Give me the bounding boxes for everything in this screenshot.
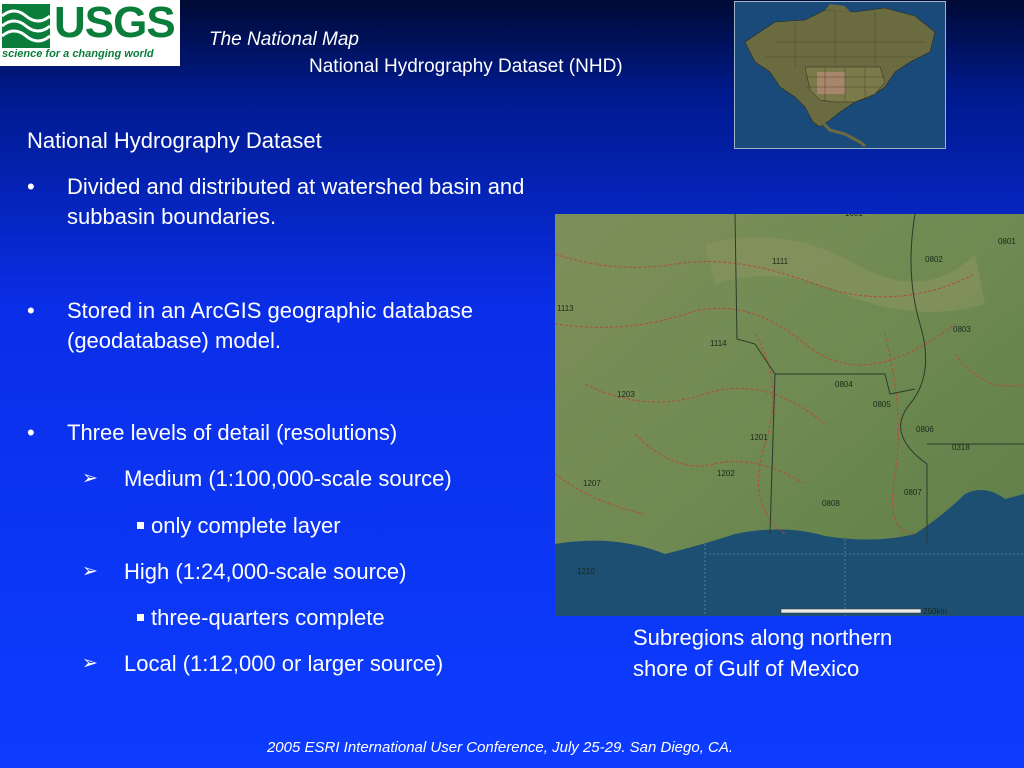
subregion-label: 0806 bbox=[916, 425, 934, 434]
subregion-label: 0318 bbox=[952, 443, 970, 452]
slide-title: The National Map bbox=[209, 29, 359, 50]
usgs-wave-icon bbox=[2, 4, 50, 48]
arrow-bullet-icon: ➢ bbox=[82, 468, 98, 489]
bullet-dot-icon: • bbox=[27, 298, 35, 323]
subregion-label: 0802 bbox=[925, 255, 943, 264]
square-bullet-icon bbox=[137, 614, 144, 621]
subregion-label: 1111 bbox=[772, 257, 789, 266]
subregion-label: 0801 bbox=[998, 237, 1016, 246]
slide-subtitle: National Hydrography Dataset (NHD) bbox=[309, 56, 623, 77]
subregion-label: 0805 bbox=[873, 400, 891, 409]
usgs-wordmark: USGS bbox=[54, 0, 176, 47]
slide-footer: 2005 ESRI International User Conference,… bbox=[266, 739, 734, 756]
subregion-label: 1207 bbox=[583, 479, 601, 488]
level-note: only complete layer bbox=[137, 511, 341, 541]
subregion-label: 1203 bbox=[617, 390, 635, 399]
gulf-coast-subregion-map: 1001 1111 0802 0801 1114 0803 0804 0805 … bbox=[555, 214, 1024, 616]
level-note-text: three-quarters complete bbox=[151, 605, 385, 630]
subregion-label: 1001 bbox=[845, 214, 863, 218]
subregion-label: 1114 bbox=[710, 339, 727, 348]
level-note: three-quarters complete bbox=[137, 603, 385, 633]
subregion-label: 1201 bbox=[750, 433, 768, 442]
bullet-text: Stored in an ArcGIS geographic database … bbox=[67, 298, 474, 353]
map-caption: Subregions along northern shore of Gulf … bbox=[633, 625, 893, 681]
subregion-label: 0804 bbox=[835, 380, 853, 389]
bullet-dot-icon: • bbox=[27, 174, 35, 199]
subregion-label: 0803 bbox=[953, 325, 971, 334]
level-label: High (1:24,000-scale source) bbox=[124, 559, 407, 584]
bullet-text: Three levels of detail (resolutions) bbox=[67, 420, 398, 445]
north-america-inset-map bbox=[734, 1, 946, 149]
arrow-bullet-icon: ➢ bbox=[82, 653, 98, 674]
level-label: Local (1:12,000 or larger source) bbox=[124, 651, 444, 676]
level-note-text: only complete layer bbox=[151, 513, 341, 538]
subregion-label: 1210 bbox=[577, 567, 595, 576]
level-label: Medium (1:100,000-scale source) bbox=[124, 466, 452, 491]
scale-label: 250km bbox=[923, 607, 947, 616]
scale-bar bbox=[780, 608, 922, 614]
subregion-label: 0807 bbox=[904, 488, 922, 497]
subregion-label: 1202 bbox=[717, 469, 735, 478]
bullet-text: Divided and distributed at watershed bas… bbox=[67, 174, 525, 229]
body-heading: National Hydrography Dataset bbox=[27, 128, 322, 153]
usgs-logo: USGS science for a changing world bbox=[0, 0, 180, 66]
square-bullet-icon bbox=[137, 522, 144, 529]
subregion-label: 1113 bbox=[557, 304, 574, 313]
usgs-tagline: science for a changing world bbox=[2, 48, 154, 60]
arrow-bullet-icon: ➢ bbox=[82, 561, 98, 582]
bullet-dot-icon: • bbox=[27, 420, 35, 445]
subregion-label: 0808 bbox=[822, 499, 840, 508]
